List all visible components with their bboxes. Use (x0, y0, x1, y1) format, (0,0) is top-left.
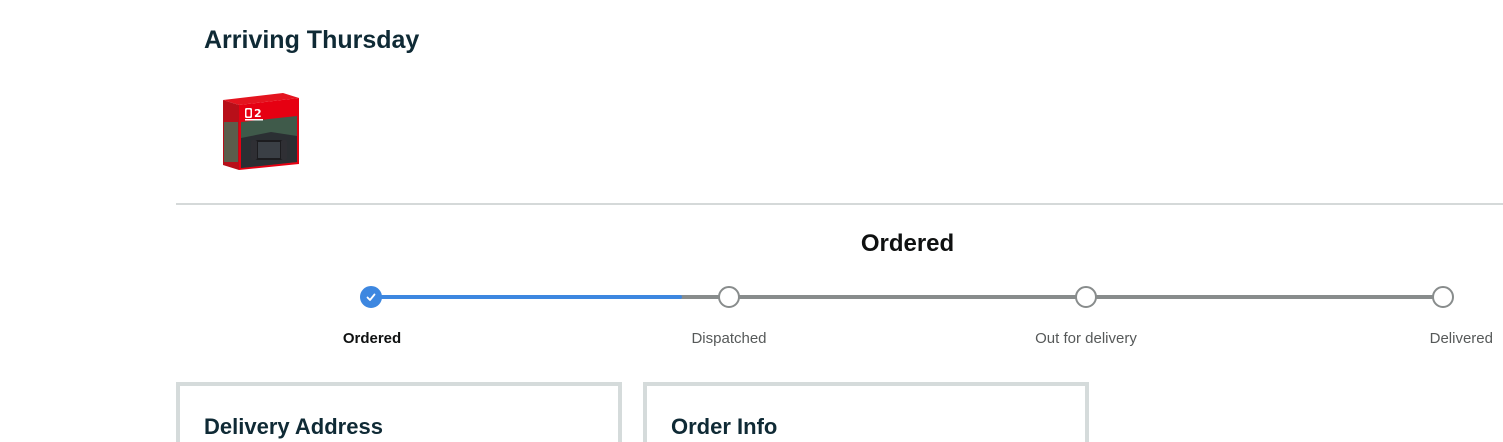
step-dot-dispatched (718, 286, 740, 308)
order-info-card: Order Info (643, 382, 1089, 442)
current-status-heading: Ordered (860, 230, 955, 257)
step-label-dispatched: Dispatched (691, 330, 767, 347)
step-label-ordered: Ordered (342, 330, 402, 347)
step-label-out-for-delivery: Out for delivery (1035, 330, 1137, 347)
step-dot-delivered (1432, 286, 1454, 308)
order-tracking-page: Arriving Thursday 2 Ordered Ordered Disp… (0, 0, 1503, 442)
step-label-delivered: Delivered (1429, 330, 1493, 347)
delivery-address-title: Delivery Address (204, 414, 383, 439)
svg-text:2: 2 (254, 107, 262, 120)
progress-fill (371, 295, 682, 299)
step-dot-ordered (360, 286, 382, 308)
delivery-address-card: Delivery Address (176, 382, 622, 442)
check-icon (366, 293, 376, 301)
arriving-heading: Arriving Thursday (204, 26, 420, 54)
order-info-title: Order Info (671, 414, 778, 439)
product-box-image: 2 (223, 93, 299, 170)
step-dot-out-for-delivery (1075, 286, 1097, 308)
section-divider (176, 203, 1503, 205)
product-image[interactable]: 2 (221, 92, 301, 172)
